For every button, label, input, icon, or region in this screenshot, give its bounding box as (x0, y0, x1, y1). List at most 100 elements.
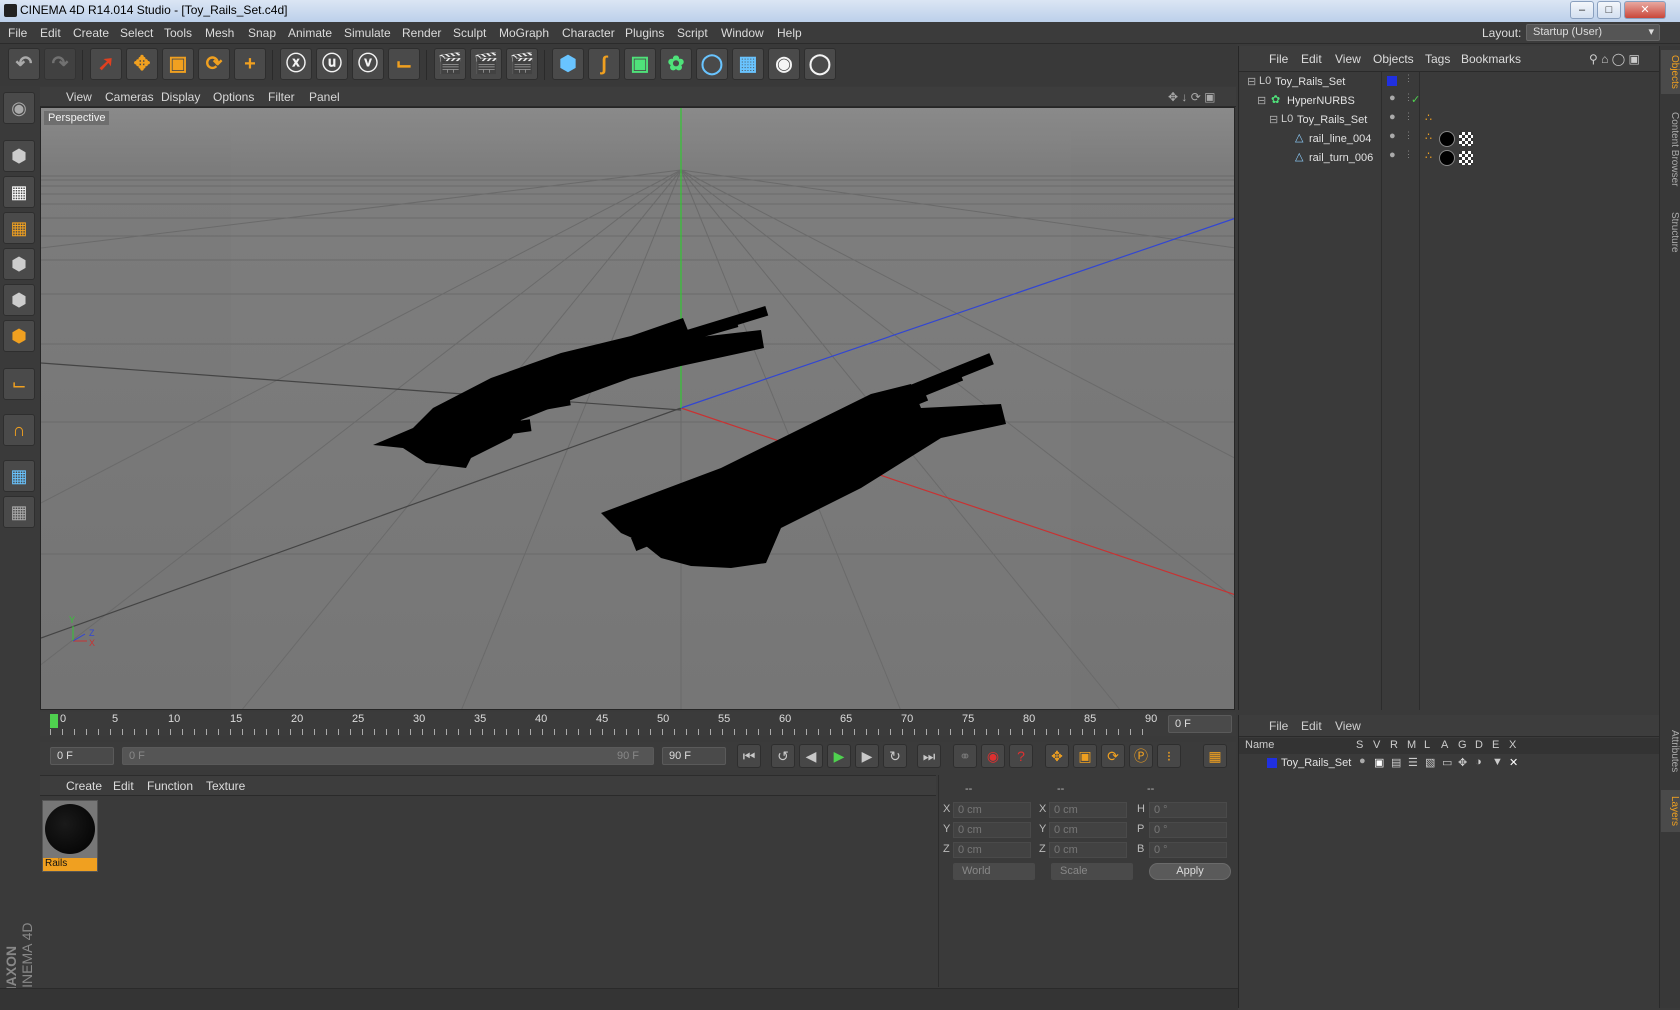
visibility-dots-icon[interactable]: ⋮ (1404, 73, 1413, 84)
material-tag-icon[interactable] (1439, 131, 1455, 147)
rotate-icon[interactable]: ⟳ (198, 48, 230, 80)
size-x-field[interactable]: 0 cm (1049, 802, 1127, 818)
record-position-icon[interactable]: ✥ (1045, 744, 1069, 768)
visibility-dots-icon[interactable]: ⋮ (1404, 111, 1413, 122)
frame-range-slider[interactable]: 0 F 90 F (122, 747, 654, 765)
vp-menu-filter[interactable]: Filter (268, 90, 295, 104)
nurbs-icon[interactable]: ▣ (624, 48, 656, 80)
rot-h-field[interactable]: 0 ° (1149, 802, 1227, 818)
y-axis-lock-icon[interactable]: ⓤ (316, 48, 348, 80)
layout-dropdown[interactable]: Startup (User) ▾ (1526, 24, 1660, 41)
scale-icon[interactable]: ▣ (162, 48, 194, 80)
floor-icon[interactable]: ▦ (732, 48, 764, 80)
playhead[interactable] (50, 714, 58, 728)
phong-tag-icon[interactable]: ∴ (1425, 111, 1432, 124)
tab-attributes[interactable]: Attributes (1661, 718, 1680, 784)
layer-xref-icon[interactable]: ✕ (1509, 756, 1518, 769)
add-icon[interactable]: + (234, 48, 266, 80)
close-button[interactable]: ✕ (1624, 1, 1666, 19)
keyframe-selection-icon[interactable]: ? (1009, 744, 1033, 768)
cube-object-icon[interactable]: ⬢ (552, 48, 584, 80)
end-frame-field[interactable]: 90 F (662, 747, 726, 765)
vp-menu-view[interactable]: View (66, 90, 92, 104)
obj-menu-edit[interactable]: Edit (1301, 52, 1322, 66)
camera-icon[interactable]: ◉ (768, 48, 800, 80)
previous-key-icon[interactable]: ↺ (771, 744, 795, 768)
apply-button[interactable]: Apply (1149, 863, 1231, 880)
next-key-icon[interactable]: ↻ (883, 744, 907, 768)
object-row[interactable]: ⊟ L0 Toy_Rails_Set ⋮ (1239, 73, 1659, 92)
object-row[interactable]: △ rail_turn_006 ● ⋮ ∴ (1239, 149, 1659, 168)
menu-create[interactable]: Create (73, 26, 109, 40)
obj-menu-file[interactable]: File (1269, 52, 1288, 66)
render-view-icon[interactable]: 🎬 (434, 48, 466, 80)
mat-menu-edit[interactable]: Edit (113, 779, 134, 793)
size-y-field[interactable]: 0 cm (1049, 822, 1127, 838)
menu-select[interactable]: Select (120, 26, 153, 40)
record-parameter-icon[interactable]: Ⓟ (1129, 744, 1153, 768)
layer-visible-icon[interactable]: ▣ (1374, 756, 1384, 769)
menu-window[interactable]: Window (721, 26, 764, 40)
menu-sculpt[interactable]: Sculpt (453, 26, 486, 40)
spline-icon[interactable]: ∫ (588, 48, 620, 80)
size-z-field[interactable]: 0 cm (1049, 842, 1127, 858)
visibility-dot-icon[interactable]: ● (1389, 111, 1396, 123)
edges-mode-icon[interactable]: ⬢ (3, 284, 35, 316)
object-row[interactable]: ⊟ ✿ HyperNURBS ● ⋮ ✓ (1239, 92, 1659, 111)
coordinate-space-dropdown[interactable]: World (953, 863, 1035, 880)
menu-file[interactable]: File (8, 26, 27, 40)
obj-menu-view[interactable]: View (1335, 52, 1361, 66)
pos-x-field[interactable]: 0 cm (953, 802, 1031, 818)
workplane-mode-icon[interactable]: ▦ (3, 212, 35, 244)
visibility-dots-icon[interactable]: ⋮ (1404, 130, 1413, 141)
layer-menu-edit[interactable]: Edit (1301, 719, 1322, 733)
undo-icon[interactable]: ↶ (8, 48, 40, 80)
current-frame-field[interactable]: 0 F (1168, 715, 1232, 733)
axis-mode-icon[interactable]: ⌙ (3, 368, 35, 400)
enabled-check-icon[interactable]: ✓ (1411, 93, 1420, 106)
layer-menu-view[interactable]: View (1335, 719, 1361, 733)
timeline-ruler[interactable]: 0 5 10 15 20 25 30 35 40 45 50 55 60 65 … (40, 712, 1236, 736)
previous-frame-icon[interactable]: ◀ (799, 744, 823, 768)
workplane-lock-icon[interactable]: ▦ (3, 460, 35, 492)
menu-plugins[interactable]: Plugins (625, 26, 664, 40)
uvw-tag-icon[interactable] (1459, 132, 1473, 146)
rot-b-field[interactable]: 0 ° (1149, 842, 1227, 858)
record-rotation-icon[interactable]: ⟳ (1101, 744, 1125, 768)
layer-menu-file[interactable]: File (1269, 719, 1288, 733)
z-axis-lock-icon[interactable]: ⓥ (352, 48, 384, 80)
menu-mograph[interactable]: MoGraph (499, 26, 549, 40)
visibility-dots-icon[interactable]: ⋮ (1404, 149, 1413, 160)
object-row[interactable]: △ rail_line_004 ● ⋮ ∴ (1239, 130, 1659, 149)
vp-menu-display[interactable]: Display (161, 90, 200, 104)
perspective-viewport[interactable]: Perspective Y Z X (40, 107, 1235, 710)
go-to-start-icon[interactable]: ⏮ (737, 744, 761, 768)
tab-structure[interactable]: Structure (1661, 202, 1680, 262)
layer-generator-icon[interactable]: ✥ (1458, 756, 1467, 769)
menu-tools[interactable]: Tools (164, 26, 192, 40)
layer-manager-icon[interactable]: ☰ (1408, 756, 1418, 769)
model-mode-icon[interactable]: ⬢ (3, 140, 35, 172)
layer-deformer-icon[interactable]: ◑ (1475, 756, 1482, 768)
layer-solo-icon[interactable]: ● (1359, 755, 1366, 767)
rot-p-field[interactable]: 0 ° (1149, 822, 1227, 838)
layer-expression-icon[interactable]: ▼ (1492, 756, 1503, 768)
pos-y-field[interactable]: 0 cm (953, 822, 1031, 838)
menu-character[interactable]: Character (562, 26, 615, 40)
play-icon[interactable]: ▶ (827, 744, 851, 768)
next-frame-icon[interactable]: ▶ (855, 744, 879, 768)
coordinate-system-icon[interactable]: ⌙ (388, 48, 420, 80)
uvw-tag-icon[interactable] (1459, 151, 1473, 165)
obj-menu-bookmarks[interactable]: Bookmarks (1461, 52, 1521, 66)
layer-lock-icon[interactable]: ▧ (1425, 756, 1435, 769)
menu-mesh[interactable]: Mesh (205, 26, 234, 40)
material-swatch[interactable]: Rails (42, 800, 98, 872)
scale-mode-dropdown[interactable]: Scale (1051, 863, 1133, 880)
live-selection-icon[interactable]: ➚ (90, 48, 122, 80)
menu-simulate[interactable]: Simulate (344, 26, 391, 40)
visibility-dot-icon[interactable]: ● (1389, 149, 1396, 161)
start-frame-field[interactable]: 0 F (50, 747, 114, 765)
vp-menu-panel[interactable]: Panel (309, 90, 340, 104)
mat-menu-texture[interactable]: Texture (206, 779, 245, 793)
record-pla-icon[interactable]: ⁝ (1157, 744, 1181, 768)
